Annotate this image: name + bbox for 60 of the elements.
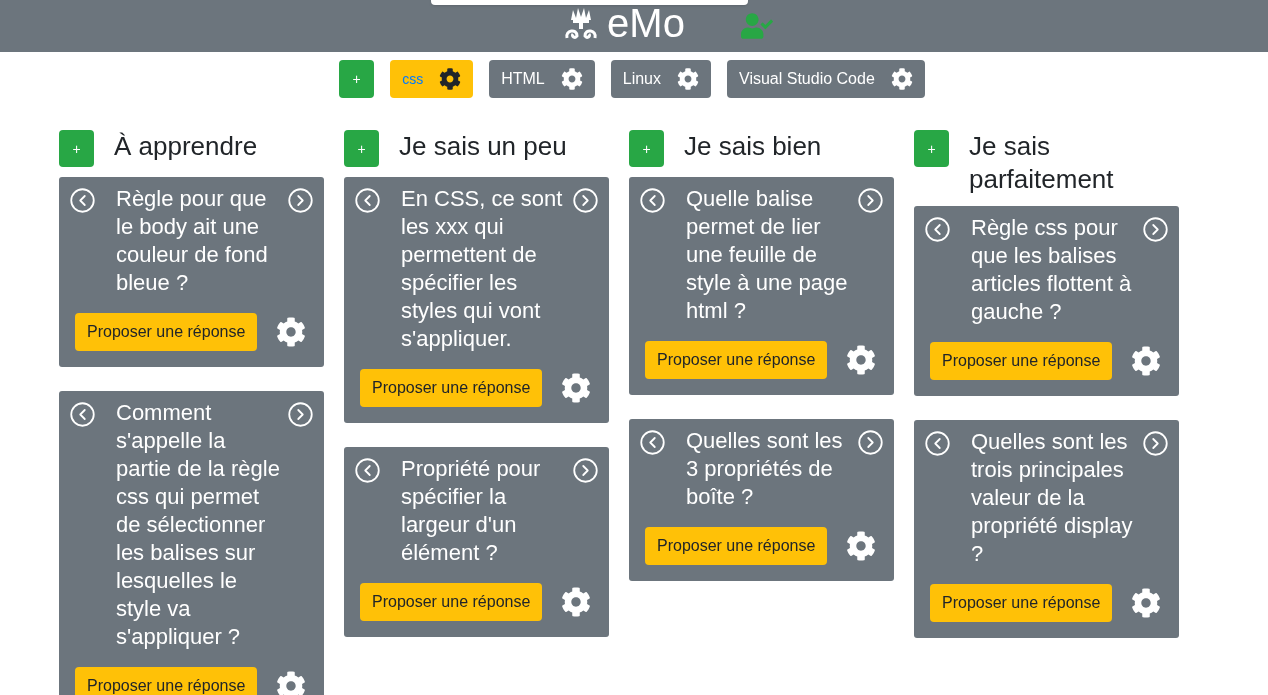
next-button[interactable] [287,187,314,214]
settings-icon[interactable] [677,68,699,90]
settings-icon[interactable] [846,531,876,561]
add-category-button[interactable]: + [339,60,375,98]
settings-icon[interactable] [276,317,306,347]
previous-button[interactable] [69,401,96,428]
question-text: En CSS, ce sont les xxx qui permettent de spécifier les styles qui vont s'appliquer. [401,185,564,353]
next-button[interactable] [1142,430,1169,457]
next-button[interactable] [1142,216,1169,243]
add-card-button[interactable]: + [344,130,379,167]
previous-button[interactable] [354,187,381,214]
category-tab[interactable]: HTML [489,60,595,98]
previous-button[interactable] [924,430,951,457]
settings-icon[interactable] [561,587,591,617]
user-check-icon[interactable] [740,10,773,42]
column-title: À apprendre [114,130,259,163]
settings-icon[interactable] [846,345,876,375]
propose-answer-button[interactable]: Proposer une réponse [75,313,258,351]
previous-button[interactable] [69,187,96,214]
column-title: Je sais parfaitement [969,130,1115,196]
category-tab[interactable]: Linux [610,60,711,98]
propose-answer-button[interactable]: Proposer une réponse [930,342,1113,380]
next-button[interactable] [857,187,884,214]
category-tab[interactable]: css [390,60,474,98]
previous-button[interactable] [639,187,666,214]
previous-button[interactable] [639,429,666,456]
next-button[interactable] [572,457,599,484]
settings-icon[interactable] [561,373,591,403]
next-button[interactable] [572,187,599,214]
next-button[interactable] [287,401,314,428]
column-title: Je sais un peu [399,130,568,163]
column-title: Je sais bien [684,130,823,163]
previous-button[interactable] [924,216,951,243]
next-button[interactable] [857,429,884,456]
propose-answer-button[interactable]: Proposer une réponse [75,667,258,695]
question-text: Comment s'appelle la partie de la règle css qui permet de sélectionner les balises sur lesquelles le style va s'appliquer ? [116,399,281,651]
settings-icon[interactable] [1131,346,1161,376]
question-text: Quelles sont les trois principales valeur de la propriété display ? [971,428,1134,568]
add-card-button[interactable]: + [914,130,949,167]
previous-button[interactable] [354,457,381,484]
question-text: Règle css pour que les balises articles flottent à gauche ? [971,214,1133,326]
add-card-button[interactable]: + [629,130,664,167]
propose-answer-button[interactable]: Proposer une réponse [645,341,828,379]
settings-icon[interactable] [276,671,306,695]
settings-icon[interactable] [890,68,913,90]
category-tab[interactable]: Visual Studio Code [727,60,925,98]
settings-icon[interactable] [560,68,583,90]
logo-text: eMo [607,2,685,44]
question-text: Règle pour que le body ait une couleur de fond bleue ? [116,185,269,297]
question-text: Quelle balise permet de lier une feuille de style à une page html ? [686,185,849,325]
propose-answer-button[interactable]: Proposer une réponse [360,369,543,407]
settings-icon[interactable] [1131,588,1161,618]
propose-answer-button[interactable]: Proposer une réponse [930,584,1113,622]
propose-answer-button[interactable]: Proposer une réponse [645,527,828,565]
question-text: Propriété pour spécifier la largeur d'un élément ? [401,455,542,567]
flower-logo-icon [563,6,600,42]
add-card-button[interactable]: + [59,130,94,167]
question-text: Quelles sont les 3 propriétés de boîte ? [686,427,844,511]
propose-answer-button[interactable]: Proposer une réponse [360,583,543,621]
settings-icon[interactable] [439,68,462,90]
